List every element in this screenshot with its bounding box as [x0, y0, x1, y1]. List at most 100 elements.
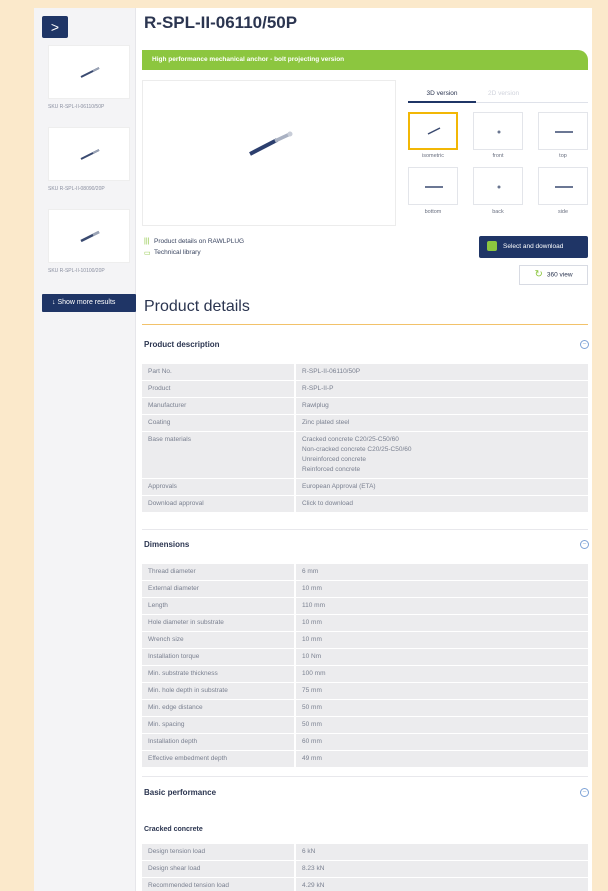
- table-row: Thread diameter 6 mm: [142, 564, 588, 580]
- table-row: Min. edge distance 50 mm: [142, 700, 588, 716]
- section-divider: [142, 529, 588, 530]
- result-thumbnail[interactable]: [48, 209, 130, 263]
- expand-sidebar-button[interactable]: >: [42, 16, 68, 38]
- row-value: 10 mm: [296, 632, 588, 648]
- tab-2d-version[interactable]: 2D version: [488, 87, 519, 101]
- table-row: Min. hole depth in substrate 75 mm: [142, 683, 588, 699]
- table-row: Coating Zinc plated steel: [142, 415, 588, 431]
- row-label: Design shear load: [142, 861, 294, 877]
- row-value: 49 mm: [296, 751, 588, 767]
- result-sku[interactable]: SKU R-SPL-II-06110/50P: [48, 104, 104, 110]
- row-label: Installation torque: [142, 649, 294, 665]
- row-label: Coating: [142, 415, 294, 431]
- table-row: Wrench size 10 mm: [142, 632, 588, 648]
- row-label: Part No.: [142, 364, 294, 380]
- row-label: Min. substrate thickness: [142, 666, 294, 682]
- rotate-icon: ↻: [534, 269, 543, 280]
- anchor-view-icon: [425, 186, 443, 188]
- basic-performance-heading[interactable]: Basic performance: [144, 788, 216, 797]
- result-thumbnail[interactable]: [48, 127, 130, 181]
- dimensions-heading[interactable]: Dimensions: [144, 540, 189, 549]
- table-row: Recommended tension load 4.29 kN: [142, 878, 588, 891]
- view-label: isometric: [421, 153, 444, 159]
- row-value: 4.29 kN: [296, 878, 588, 891]
- cracked-concrete-subheading: Cracked concrete: [144, 826, 203, 833]
- row-label: Recommended tension load: [142, 878, 294, 891]
- row-value: Cracked concrete C20/25-C50/60 Non-crack…: [296, 432, 588, 478]
- performance-table: Design tension load 6 kN Design shear load…: [142, 844, 588, 891]
- row-label: Installation depth: [142, 734, 294, 750]
- row-value: 50 mm: [296, 717, 588, 733]
- row-value: 50 mm: [296, 700, 588, 716]
- anchor-view-icon: [497, 185, 501, 189]
- version-tabs: 3D version 2D version: [408, 87, 588, 103]
- product-details-heading: Product details: [144, 298, 250, 315]
- view-label: bottom: [424, 209, 442, 215]
- bars-icon: |||: [144, 238, 150, 245]
- view-360-label: 360 view: [546, 271, 573, 279]
- table-row: Product R-SPL-II-P: [142, 381, 588, 397]
- model-viewer[interactable]: [142, 80, 396, 226]
- table-row: Effective embedment depth 49 mm: [142, 751, 588, 767]
- technical-library-label: Technical library: [154, 249, 201, 256]
- technical-library-link[interactable]: ▭ Technical library: [144, 247, 244, 258]
- anchor-view-icon: [555, 186, 573, 188]
- row-label: Effective embedment depth: [142, 751, 294, 767]
- row-value: 100 mm: [296, 666, 588, 682]
- table-row: External diameter 10 mm: [142, 581, 588, 597]
- view-label: front: [492, 153, 504, 159]
- row-label: Approvals: [142, 479, 294, 495]
- view-360-button[interactable]: ↻ 360 view: [519, 265, 588, 285]
- row-label: Product: [142, 381, 294, 397]
- view-bottom[interactable]: [408, 167, 458, 205]
- view-label: top: [559, 153, 567, 159]
- page-frame: > SKU R-SPL-II-06110/50P SKU R-SPL-II-08…: [34, 8, 592, 891]
- anchor-model-icon: [249, 131, 293, 156]
- product-details-link[interactable]: ||| Product details on RAWLPLUG: [144, 236, 244, 247]
- result-sku[interactable]: SKU R-SPL-II-10100/20P: [48, 268, 105, 274]
- row-value: 10 Nm: [296, 649, 588, 665]
- dimensions-table: Thread diameter 6 mm External diameter 10 m…: [142, 564, 588, 768]
- row-label: Min. spacing: [142, 717, 294, 733]
- show-more-results-button[interactable]: ↓ Show more results: [42, 294, 136, 312]
- download-icon: [487, 241, 497, 252]
- collapse-icon[interactable]: –: [580, 340, 589, 349]
- page-title: R-SPL-II-06110/50P: [144, 13, 298, 32]
- row-value: 10 mm: [296, 581, 588, 597]
- result-thumbnail[interactable]: [48, 45, 130, 99]
- row-label: Design tension load: [142, 844, 294, 860]
- select-and-download-button[interactable]: Select and download: [479, 236, 588, 258]
- product-description-heading[interactable]: Product description: [144, 340, 220, 349]
- product-main: R-SPL-II-06110/50P High performance mech…: [142, 8, 590, 891]
- collapse-icon[interactable]: –: [580, 540, 589, 549]
- tab-3d-version[interactable]: 3D version: [408, 87, 476, 103]
- table-row: Manufacturer Rawlplug: [142, 398, 588, 414]
- anchor-image-icon: [80, 230, 100, 243]
- row-label: Thread diameter: [142, 564, 294, 580]
- table-row: Base materials Cracked concrete C20/25-C5…: [142, 432, 588, 478]
- row-label: Length: [142, 598, 294, 614]
- row-label: Min. edge distance: [142, 700, 294, 716]
- table-row: Design shear load 8.23 kN: [142, 861, 588, 877]
- resource-links: ||| Product details on RAWLPLUG ▭ Technica…: [144, 236, 244, 258]
- view-isometric[interactable]: [408, 112, 458, 150]
- collapse-icon[interactable]: –: [580, 788, 589, 797]
- table-row: Download approval Click to download: [142, 496, 588, 512]
- row-label: Base materials: [142, 432, 294, 478]
- view-front[interactable]: [473, 112, 523, 150]
- row-label: External diameter: [142, 581, 294, 597]
- table-row: Installation torque 10 Nm: [142, 649, 588, 665]
- row-value: 6 kN: [296, 844, 588, 860]
- row-value: 6 mm: [296, 564, 588, 580]
- row-label: Min. hole depth in substrate: [142, 683, 294, 699]
- table-row: Part No. R-SPL-II-06110/50P: [142, 364, 588, 380]
- view-top[interactable]: [538, 112, 588, 150]
- anchor-view-icon: [555, 131, 573, 133]
- row-value: Rawlplug: [296, 398, 588, 414]
- show-more-label: Show more results: [57, 299, 116, 306]
- view-back[interactable]: [473, 167, 523, 205]
- anchor-view-icon: [427, 127, 441, 135]
- view-side[interactable]: [538, 167, 588, 205]
- row-value: Zinc plated steel: [296, 415, 588, 431]
- result-sku[interactable]: SKU R-SPL-II-08090/20P: [48, 186, 105, 192]
